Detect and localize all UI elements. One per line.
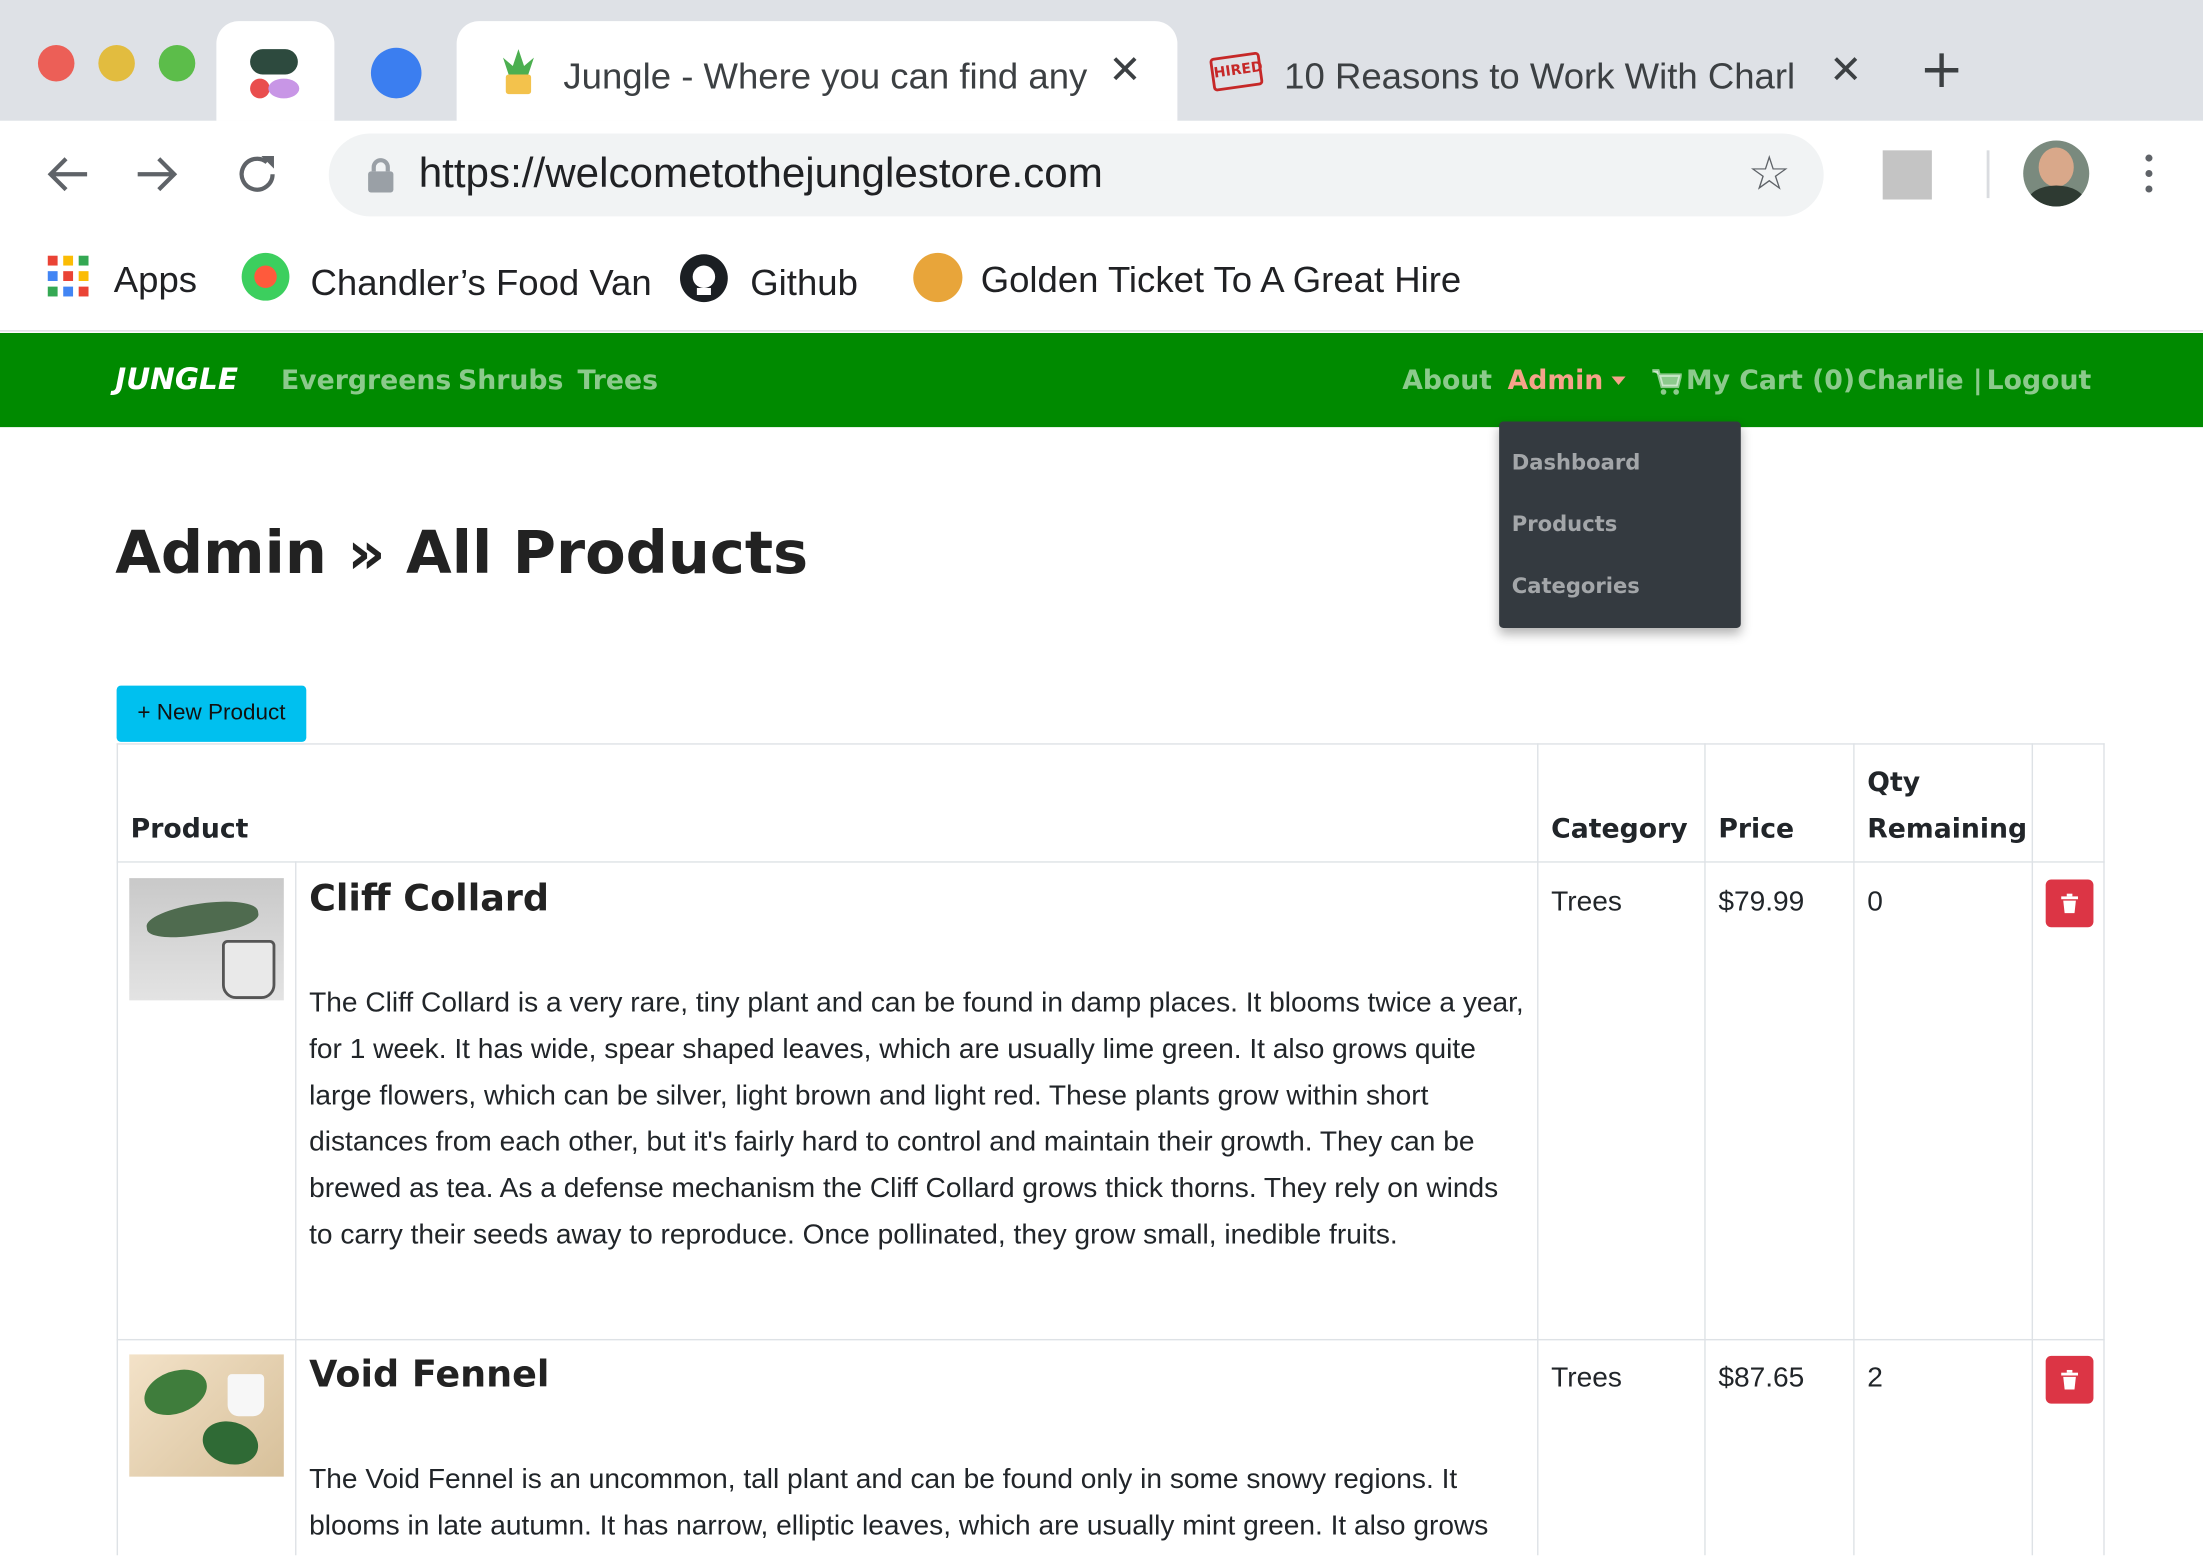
page-title: Admin » All Products	[115, 518, 809, 588]
table-col-divider	[1853, 743, 1855, 1556]
toolbar-divider	[1986, 150, 1990, 199]
nav-cart[interactable]: My Cart (0)	[1686, 358, 1855, 403]
nav-user: Charlie |	[1857, 365, 1983, 397]
product-qty: 2	[1867, 1362, 1883, 1394]
avatar-face	[2038, 147, 2074, 187]
product-description: The Cliff Collard is a very rare, tiny p…	[309, 987, 1524, 1251]
hired-favicon-icon: HIRED	[1209, 51, 1264, 92]
tab-title-jungle: Jungle - Where you can find any p	[563, 54, 1098, 97]
forward-arrow-icon[interactable]	[124, 142, 189, 207]
github-icon	[680, 254, 728, 303]
close-tab-icon[interactable]: ✕	[1829, 45, 1862, 96]
brand-logo[interactable]: JUNGLE	[115, 357, 238, 402]
avatar-shoulders	[2027, 185, 2086, 207]
screen: Jungle - Where you can find any p ✕ HIRE…	[0, 0, 2203, 1556]
tab-title-hired: 10 Reasons to Work With Charli	[1284, 54, 1797, 97]
close-window-icon[interactable]	[37, 44, 75, 82]
back-arrow-icon[interactable]	[37, 142, 102, 207]
golden-ticket-icon	[913, 252, 963, 303]
nav-about[interactable]: About	[1402, 358, 1492, 403]
product-image	[129, 1354, 284, 1477]
product-category: Trees	[1551, 886, 1622, 918]
header-product: Product	[130, 813, 249, 845]
nav-evergreens[interactable]: Evergreens	[281, 358, 451, 403]
maximize-window-icon[interactable]	[158, 44, 196, 82]
delete-product-button[interactable]	[2045, 879, 2094, 928]
product-image	[129, 878, 284, 1001]
minimize-window-icon[interactable]	[98, 44, 135, 82]
product-qty: 0	[1867, 886, 1883, 918]
bookmark-golden-ticket[interactable]: Golden Ticket To A Great Hire	[981, 254, 1462, 305]
extension-icon[interactable]	[1882, 150, 1932, 200]
table-header-divider	[116, 861, 2105, 863]
nav-admin[interactable]: Admin	[1508, 358, 1604, 403]
table-border-left	[116, 743, 119, 1556]
bookmark-apps[interactable]: Apps	[114, 254, 197, 305]
product-description: The Void Fennel is an uncommon, tall pla…	[309, 1464, 1489, 1542]
product-name: Cliff Collard	[309, 878, 550, 921]
new-product-button[interactable]: + New Product	[116, 685, 307, 742]
header-category: Category	[1551, 813, 1688, 845]
header-price: Price	[1718, 813, 1795, 845]
profile-avatar[interactable]	[2023, 140, 2090, 207]
table-row-divider	[116, 1338, 2105, 1341]
menu-item-dashboard[interactable]: Dashboard	[1512, 447, 1641, 478]
product-price: $87.65	[1718, 1362, 1805, 1394]
nav-logout[interactable]: Logout	[1987, 358, 2092, 403]
trash-icon	[2061, 893, 2078, 914]
header-qty-remaining: Remaining	[1867, 813, 2028, 845]
circle-favicon-icon	[370, 47, 422, 99]
browser-menu-icon[interactable]	[2136, 146, 2164, 202]
product-price: $79.99	[1718, 886, 1805, 918]
table-border-top	[116, 743, 2105, 745]
header-qty: Qty	[1867, 767, 1921, 799]
product-category: Trees	[1551, 1362, 1622, 1394]
pinned-tab-app[interactable]	[216, 21, 335, 121]
apps-grid-icon[interactable]	[47, 255, 90, 298]
app-favicon-icon	[250, 49, 300, 99]
bookmark-food-van[interactable]: Chandler’s Food Van	[311, 257, 652, 308]
menu-item-products[interactable]: Products	[1512, 509, 1618, 540]
table-col-divider	[1704, 743, 1706, 1556]
cart-icon	[1652, 369, 1682, 395]
close-tab-icon[interactable]: ✕	[1109, 45, 1142, 96]
nav-shrubs[interactable]: Shrubs	[458, 358, 563, 403]
table-col-divider	[2031, 743, 2034, 1556]
product-name: Void Fennel	[309, 1354, 550, 1397]
reload-icon[interactable]	[225, 142, 290, 207]
jungle-favicon-icon	[502, 49, 534, 95]
pinned-tab-circle[interactable]	[346, 21, 450, 121]
delete-product-button[interactable]	[2045, 1355, 2094, 1404]
bookmark-star-icon[interactable]: ☆	[1748, 146, 1791, 202]
nav-trees[interactable]: Trees	[577, 358, 658, 403]
table-col-divider	[295, 861, 297, 1556]
trash-icon	[2061, 1369, 2078, 1390]
bookmark-github[interactable]: Github	[750, 257, 858, 308]
table-border-right	[2103, 743, 2105, 1556]
food-van-icon	[241, 252, 290, 301]
admin-caret-icon	[1611, 376, 1626, 385]
url-text: https://welcometothejunglestore.com	[418, 150, 1103, 197]
menu-item-categories[interactable]: Categories	[1512, 570, 1640, 601]
table-col-divider	[1537, 743, 1539, 1556]
lock-icon	[368, 158, 394, 193]
new-tab-icon[interactable]: +	[1919, 39, 1964, 98]
